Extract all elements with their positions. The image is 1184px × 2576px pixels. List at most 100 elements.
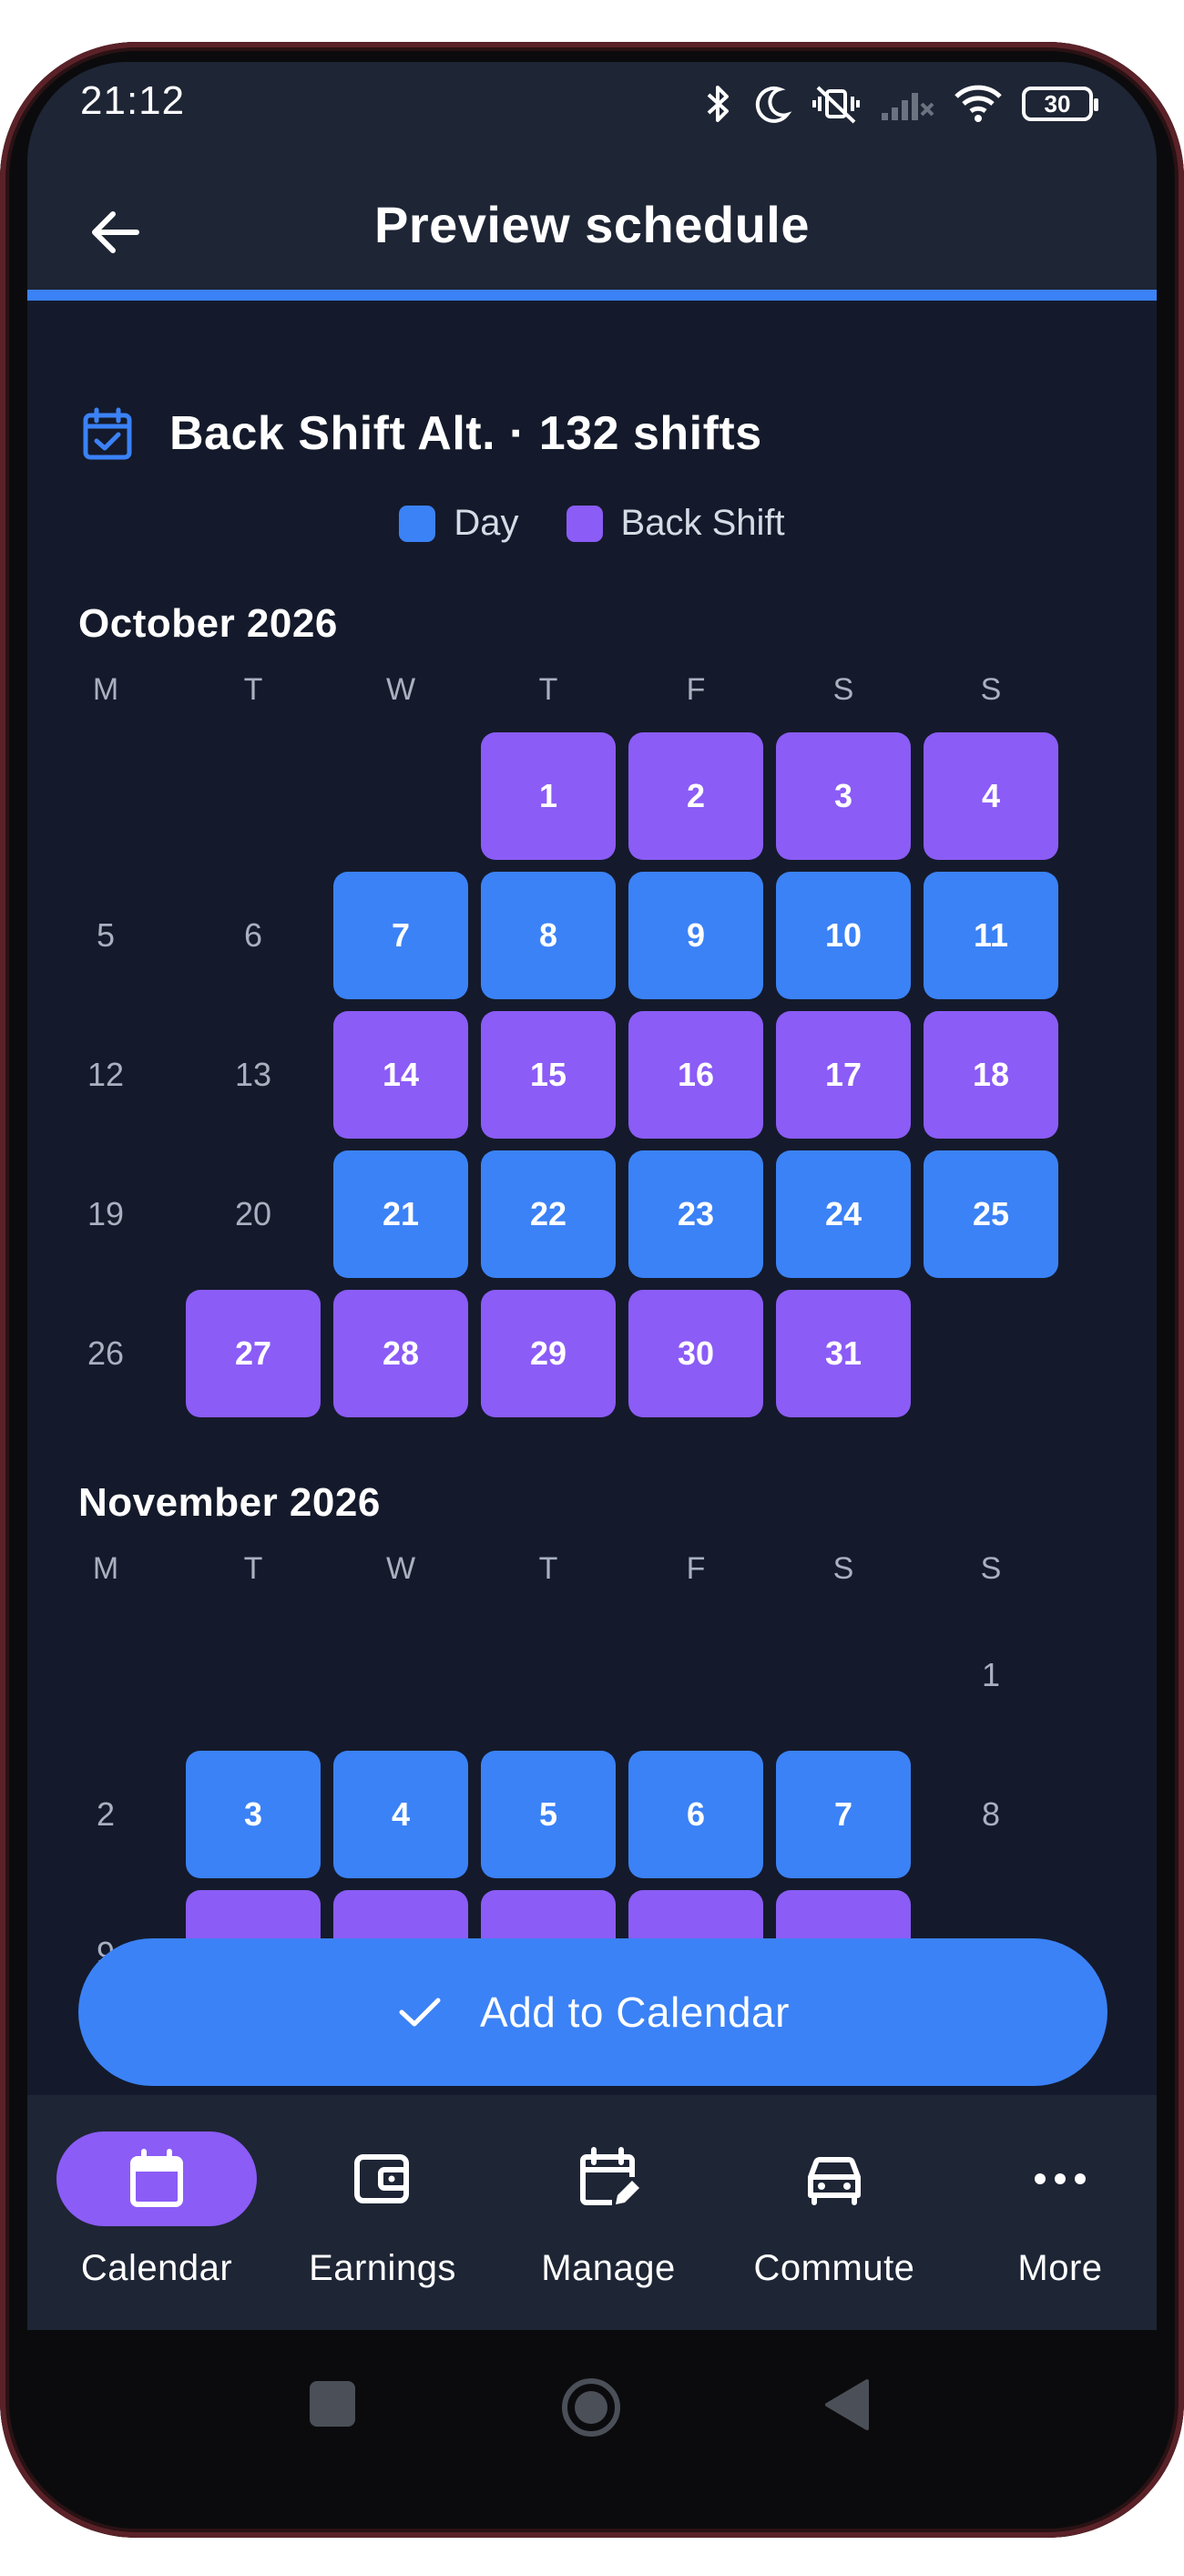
check-icon: [399, 1998, 441, 2027]
nav-label: Earnings: [309, 2248, 456, 2288]
calendar-day-back-shift[interactable]: 30: [628, 1290, 763, 1417]
bluetooth-icon: [707, 86, 729, 122]
schedule-header: Back Shift Alt. · 132 shifts: [82, 406, 762, 461]
moon-icon: [755, 86, 792, 123]
weekday-label: M: [92, 1551, 119, 1586]
calendar-day[interactable]: 20: [186, 1150, 321, 1278]
app-screen: 21:12 30 Preview schedule Back Shift Alt…: [27, 62, 1157, 2512]
calendar-day-day-shift[interactable]: 7: [333, 872, 468, 999]
weekday-label: S: [980, 672, 1002, 707]
app-bar: Preview schedule: [27, 162, 1157, 290]
calendar-day-back-shift[interactable]: 16: [628, 1011, 763, 1139]
calendar-day[interactable]: 13: [186, 1011, 321, 1139]
battery-tip: [1094, 98, 1098, 111]
calendar-day[interactable]: 6: [186, 872, 321, 999]
home-button[interactable]: [559, 2376, 623, 2439]
nav-label: Calendar: [80, 2248, 233, 2288]
progress-bar: [27, 290, 1157, 301]
calendar-day-day-shift[interactable]: 4: [333, 1751, 468, 1878]
nav-active-indicator: [56, 2131, 257, 2226]
more-horizontal-icon: [1035, 2173, 1086, 2184]
nav-item-manage[interactable]: Manage: [495, 2131, 721, 2314]
calendar-day[interactable]: 19: [38, 1150, 173, 1278]
car-icon: [808, 2157, 861, 2205]
nav-item-more[interactable]: More: [947, 2131, 1157, 2314]
status-time: 21:12: [80, 78, 186, 123]
weekday-label: F: [686, 672, 706, 707]
calendar-day-back-shift[interactable]: 3: [776, 732, 911, 860]
calendar-day-day-shift[interactable]: 3: [186, 1751, 321, 1878]
legend: Day Back Shift: [27, 503, 1157, 544]
calendar-day-day-shift[interactable]: 8: [481, 872, 616, 999]
calendar-day-back-shift[interactable]: 29: [481, 1290, 616, 1417]
calendar-day[interactable]: 1: [924, 1611, 1058, 1739]
calendar-day-back-shift[interactable]: 2: [628, 732, 763, 860]
calendar-day[interactable]: 8: [924, 1751, 1058, 1878]
recent-apps-button[interactable]: [310, 2381, 355, 2427]
schedule-preview: Back Shift Alt. · 132 shifts Day Back Sh…: [27, 301, 1157, 1977]
calendar-day[interactable]: 12: [38, 1011, 173, 1139]
weekday-label: W: [385, 672, 416, 707]
calendar-day-back-shift[interactable]: 17: [776, 1011, 911, 1139]
page-title: Preview schedule: [373, 196, 810, 253]
weekday-label: T: [538, 672, 558, 707]
nav-icon-container: [960, 2131, 1157, 2226]
nav-icon-container: [282, 2131, 483, 2226]
weekday-label: S: [980, 1551, 1002, 1586]
nav-item-commute[interactable]: Commute: [721, 2131, 947, 2314]
legend-swatch-back-shift: [566, 505, 603, 542]
weekday-label: T: [243, 1551, 263, 1586]
calendar-day[interactable]: 26: [38, 1290, 173, 1417]
weekday-label: M: [92, 672, 119, 707]
nav-item-calendar[interactable]: Calendar: [44, 2131, 270, 2314]
wifi-icon: [954, 85, 1002, 122]
calendar-day-back-shift[interactable]: 15: [481, 1011, 616, 1139]
calendar-day-day-shift[interactable]: 24: [776, 1150, 911, 1278]
calendar-day-day-shift[interactable]: 21: [333, 1150, 468, 1278]
calendar-day-back-shift[interactable]: 18: [924, 1011, 1058, 1139]
nav-label: Manage: [541, 2248, 676, 2288]
calendar-day-day-shift[interactable]: 25: [924, 1150, 1058, 1278]
wallet-icon: [354, 2154, 409, 2203]
weekday-label: S: [832, 1551, 854, 1586]
calendar-day-day-shift[interactable]: 10: [776, 872, 911, 999]
calendar-day-day-shift[interactable]: 9: [628, 872, 763, 999]
legend-item-day: Day: [399, 503, 519, 544]
weekday-label: T: [538, 1551, 558, 1586]
battery-level: 30: [1044, 89, 1071, 118]
system-navigation-bar: [27, 2330, 1157, 2512]
calendar-day-back-shift[interactable]: 28: [333, 1290, 468, 1417]
calendar-day-back-shift[interactable]: 31: [776, 1290, 911, 1417]
calendar-day-day-shift[interactable]: 11: [924, 872, 1058, 999]
calendar-day-back-shift[interactable]: 1: [481, 732, 616, 860]
calendar-day-back-shift[interactable]: 14: [333, 1011, 468, 1139]
month-title: October 2026: [78, 601, 338, 646]
add-to-calendar-button[interactable]: Add to Calendar: [78, 1938, 1107, 2086]
status-icons: 30: [703, 77, 1098, 131]
weekday-label: S: [832, 672, 854, 707]
add-to-calendar-label: Add to Calendar: [480, 1988, 790, 2036]
calendar-day-back-shift[interactable]: 27: [186, 1290, 321, 1417]
weekday-label: T: [243, 672, 263, 707]
calendar-day-day-shift[interactable]: 6: [628, 1751, 763, 1878]
calendar-check-icon: [83, 407, 132, 460]
nav-icon-container: [734, 2131, 934, 2226]
signal-icon: [882, 93, 934, 120]
calendar-day-day-shift[interactable]: 22: [481, 1150, 616, 1278]
nav-label: Commute: [753, 2248, 915, 2288]
weekday-label: W: [385, 1551, 416, 1586]
calendar-day-day-shift[interactable]: 23: [628, 1150, 763, 1278]
calendar-day[interactable]: 5: [38, 872, 173, 999]
calendar-day-day-shift[interactable]: 7: [776, 1751, 911, 1878]
nav-item-earnings[interactable]: Earnings: [270, 2131, 495, 2314]
battery-indicator: 30: [1022, 87, 1098, 121]
calendar-edit-icon: [580, 2147, 639, 2205]
calendar-day-back-shift[interactable]: 4: [924, 732, 1058, 860]
back-button[interactable]: [822, 2377, 873, 2432]
calendar-icon: [130, 2149, 183, 2207]
weekday-label: F: [686, 1551, 706, 1586]
calendar-day[interactable]: 2: [38, 1751, 173, 1878]
schedule-title: Back Shift Alt. · 132 shifts: [169, 407, 762, 460]
calendar-day-day-shift[interactable]: 5: [481, 1751, 616, 1878]
month-title: November 2026: [78, 1480, 381, 1525]
